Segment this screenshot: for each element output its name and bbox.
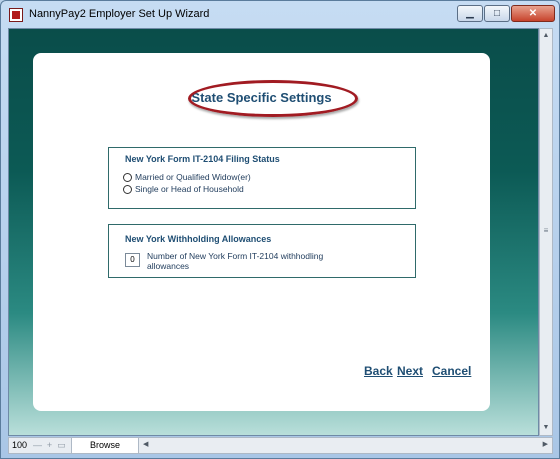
window-title: NannyPay2 Employer Set Up Wizard — [29, 8, 210, 20]
allowances-title: New York Withholding Allowances — [125, 234, 272, 244]
mode-indicator[interactable]: Browse — [71, 438, 139, 453]
filing-status-title: New York Form IT-2104 Filing Status — [125, 154, 280, 164]
filing-status-group: New York Form IT-2104 Filing Status Marr… — [108, 147, 416, 209]
zoom-in-icon[interactable]: + — [45, 441, 54, 450]
status-bar: 100 — + ▭ Browse ◀ ▶ — [8, 437, 553, 454]
radio-button-icon[interactable] — [123, 172, 132, 182]
scroll-grip-icon[interactable]: ≡ — [542, 226, 550, 238]
maximize-button[interactable]: □ — [484, 5, 510, 22]
zoom-level[interactable]: 100 — [12, 440, 27, 450]
allowances-label: Number of New York Form IT-2104 withhodl… — [147, 251, 324, 271]
radio-single-label: Single or Head of Household — [135, 184, 244, 194]
back-button[interactable]: Back — [364, 364, 393, 378]
vertical-scrollbar[interactable]: ▲ ≡ ▼ — [539, 28, 553, 436]
title-bar: NannyPay2 Employer Set Up Wizard ▁ □ ✕ — [1, 1, 559, 29]
scroll-down-icon[interactable]: ▼ — [540, 421, 552, 435]
status-toggle-icon[interactable]: ▭ — [57, 441, 66, 450]
window-controls: ▁ □ ✕ — [456, 5, 555, 22]
cancel-button[interactable]: Cancel — [432, 364, 471, 378]
scroll-right-icon[interactable]: ▶ — [543, 440, 548, 448]
highlight-ellipse — [188, 80, 358, 117]
close-button[interactable]: ✕ — [511, 5, 555, 22]
minimize-button[interactable]: ▁ — [457, 5, 483, 22]
next-button[interactable]: Next — [397, 364, 423, 378]
app-icon — [9, 8, 23, 22]
scroll-up-icon[interactable]: ▲ — [540, 29, 552, 43]
zoom-out-icon[interactable]: — — [33, 441, 42, 450]
scroll-left-icon[interactable]: ◀ — [143, 440, 148, 448]
radio-single[interactable]: Single or Head of Household — [123, 184, 244, 194]
radio-button-icon[interactable] — [123, 184, 132, 194]
radio-married-label: Married or Qualified Widow(er) — [135, 172, 251, 182]
allowances-input[interactable]: 0 — [125, 253, 140, 267]
allowances-group: New York Withholding Allowances 0 Number… — [108, 224, 416, 278]
radio-married[interactable]: Married or Qualified Widow(er) — [123, 172, 251, 182]
